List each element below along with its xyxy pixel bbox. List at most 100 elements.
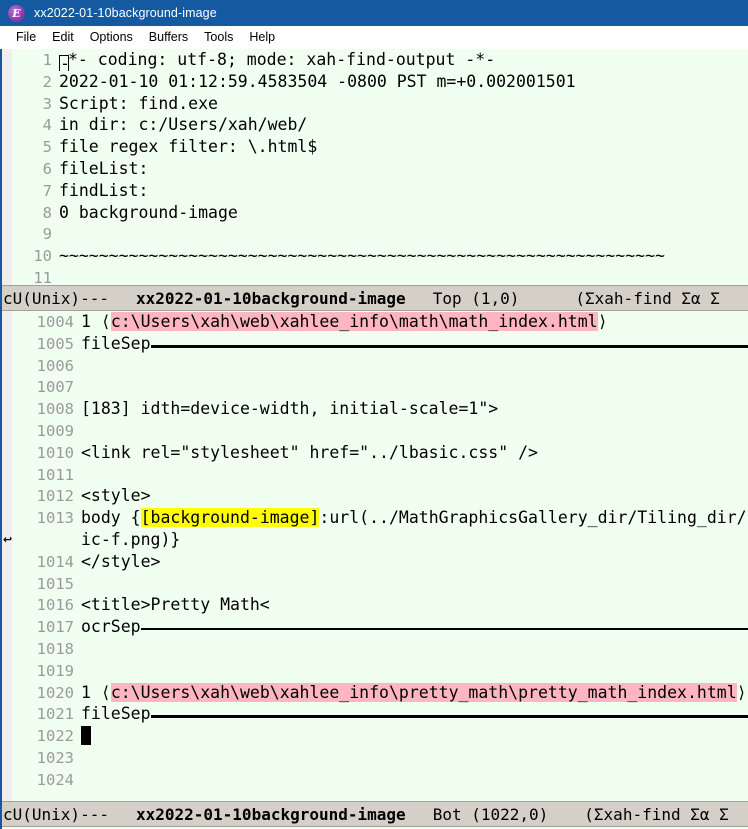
- line-number: 1005: [36, 334, 74, 353]
- line-number: 1019: [36, 661, 74, 680]
- buffer-line[interactable]: 1 -*- coding: utf-8; mode: xah-find-outpu…: [2, 49, 748, 71]
- line-text: ocrSep: [81, 617, 748, 636]
- menu-item-help[interactable]: Help: [241, 30, 283, 44]
- menu-item-file[interactable]: File: [8, 30, 44, 44]
- buffer-line[interactable]: 1005 fileSep: [2, 333, 748, 355]
- line-text: 2022-01-10 01:12:59.4583504 -0800 PST m=…: [59, 71, 576, 91]
- menu-item-edit[interactable]: Edit: [44, 30, 82, 44]
- line-text: [81, 726, 91, 746]
- buffer-line[interactable]: 1009: [2, 420, 748, 442]
- buffer-line[interactable]: 1016 <title>Pretty Math<: [2, 594, 748, 616]
- line-number: 1015: [36, 574, 74, 593]
- line-number: 1006: [36, 356, 74, 375]
- separator-rule: [150, 334, 748, 355]
- text-cursor: -: [59, 55, 70, 71]
- buffer-line[interactable]: 1006: [2, 355, 748, 377]
- menu-item-tools[interactable]: Tools: [196, 30, 241, 44]
- buffer-line[interactable]: 1023: [2, 747, 748, 769]
- buffer-line[interactable]: 1021 fileSep: [2, 703, 748, 725]
- highlighted-match: c:\Users\xah\web\xahlee_info\math\math_i…: [110, 312, 598, 331]
- buffer-line[interactable]: 1015: [2, 573, 748, 595]
- line-text: file regex filter: \.html$: [59, 137, 318, 157]
- window-title: xx2022-01-10background-image: [34, 6, 217, 20]
- line-number: 6: [42, 159, 52, 178]
- buffer-line[interactable]: 1010 <link rel="stylesheet" href="../lbas…: [2, 442, 748, 464]
- line-number: 7: [42, 181, 52, 200]
- top-modeline-position: Top (1,0): [432, 289, 520, 308]
- line-text: <style>: [81, 486, 151, 506]
- top-modeline-buffer: xx2022-01-10background-image: [135, 289, 406, 308]
- bottom-modeline-buffer: xx2022-01-10background-image: [135, 805, 406, 824]
- line-text: </style>: [81, 551, 161, 571]
- top-modeline-modes: (Σxah-find Σα Σ: [575, 289, 720, 308]
- buffer-line[interactable]: 4 in dir: c:/Users/xah/web/: [2, 114, 748, 136]
- line-number: 5: [42, 138, 52, 157]
- line-text: 1 ⟨c:\Users\xah\web\xahlee_info\math\mat…: [81, 312, 608, 331]
- emacs-frame: 1 -*- coding: utf-8; mode: xah-find-outpu…: [0, 49, 748, 829]
- buffer-line[interactable]: 1011: [2, 464, 748, 486]
- line-number: 1007: [36, 378, 74, 397]
- line-text: fileSep: [81, 704, 748, 723]
- line-number: 1: [42, 51, 52, 69]
- buffer-line[interactable]: 1017 ocrSep: [2, 616, 748, 638]
- buffer-line[interactable]: 11: [2, 267, 748, 285]
- buffer-line[interactable]: 8 0 background-image: [2, 202, 748, 224]
- title-bar: E xx2022-01-10background-image: [0, 0, 748, 26]
- separator-rule: [140, 617, 748, 638]
- line-number: 1009: [36, 421, 74, 440]
- line-number: 1014: [36, 552, 74, 571]
- buffer-line[interactable]: 1007: [2, 376, 748, 398]
- line-number: 11: [33, 268, 52, 285]
- top-pane: 1 -*- coding: utf-8; mode: xah-find-outpu…: [2, 49, 748, 311]
- buffer-line[interactable]: 1008 [183] idth=device-width, initial-sca…: [2, 398, 748, 420]
- bottom-pane-text-area[interactable]: 1004 1 ⟨c:\Users\xah\web\xahlee_info\math…: [2, 311, 748, 801]
- buffer-line[interactable]: 1020 1 ⟨c:\Users\xah\web\xahlee_info\pret…: [2, 682, 748, 704]
- bottom-modeline-coding: cU(Unix)---: [3, 805, 109, 824]
- emacs-icon: E: [8, 4, 25, 22]
- buffer-line[interactable]: 3 Script: find.exe: [2, 93, 748, 115]
- line-number: 10: [33, 247, 52, 266]
- buffer-line[interactable]: 1019: [2, 660, 748, 682]
- menu-item-buffers[interactable]: Buffers: [141, 30, 196, 44]
- line-text: findList:: [59, 180, 149, 200]
- buffer-line[interactable]: 1012 <style>: [2, 485, 748, 507]
- buffer-line[interactable]: 9: [2, 223, 748, 245]
- line-number: 3: [42, 94, 52, 113]
- buffer-line-continuation[interactable]: ↩ ic-f.png)}: [2, 529, 748, 551]
- line-number: 1021: [36, 705, 74, 724]
- buffer-line[interactable]: 2 2022-01-10 01:12:59.4583504 -0800 PST m…: [2, 71, 748, 93]
- line-number: 1012: [36, 487, 74, 506]
- buffer-line[interactable]: 6 fileList:: [2, 158, 748, 180]
- top-pane-text-area[interactable]: 1 -*- coding: utf-8; mode: xah-find-outpu…: [2, 49, 748, 285]
- bottom-modeline-position: Bot (1022,0): [432, 805, 549, 824]
- line-number: 1023: [36, 748, 74, 767]
- line-text: fileList:: [59, 158, 149, 178]
- line-text: ~~~~~~~~~~~~~~~~~~~~~~~~~~~~~~~~~~~~~~~~…: [59, 246, 665, 266]
- buffer-line[interactable]: 1022: [2, 725, 748, 747]
- buffer-line[interactable]: 7 findList:: [2, 180, 748, 202]
- separator-rule: [150, 704, 748, 725]
- buffer-line[interactable]: 10 ~~~~~~~~~~~~~~~~~~~~~~~~~~~~~~~~~~~~~~…: [2, 245, 748, 267]
- line-text: [183] idth=device-width, initial-scale=1…: [81, 399, 499, 419]
- line-number: 1008: [36, 400, 74, 419]
- line-wrap-icon: ↩: [3, 532, 13, 546]
- line-number: 1018: [36, 639, 74, 658]
- emacs-window: E xx2022-01-10background-image File Edit…: [0, 0, 748, 829]
- top-modeline-coding: cU(Unix)---: [3, 289, 109, 308]
- buffer-line[interactable]: 1018: [2, 638, 748, 660]
- top-pane-fringe: [2, 49, 12, 285]
- highlighted-match: [background-image]: [140, 508, 320, 528]
- buffer-line[interactable]: 1024: [2, 769, 748, 791]
- bottom-pane: 1004 1 ⟨c:\Users\xah\web\xahlee_info\math…: [2, 311, 748, 827]
- menu-item-options[interactable]: Options: [82, 30, 141, 44]
- line-number: 1013: [36, 509, 74, 528]
- line-number: 1011: [36, 465, 74, 484]
- line-number: 1010: [36, 443, 74, 462]
- buffer-line[interactable]: 1013 body {[background-image]:url(../Math…: [2, 507, 748, 529]
- line-text: body {[background-image]:url(../MathGrap…: [81, 508, 748, 528]
- buffer-line[interactable]: 5 file regex filter: \.html$: [2, 136, 748, 158]
- line-number: 4: [42, 116, 52, 135]
- line-number: 1004: [36, 313, 74, 331]
- buffer-line[interactable]: 1014 </style>: [2, 551, 748, 573]
- buffer-line[interactable]: 1004 1 ⟨c:\Users\xah\web\xahlee_info\math…: [2, 311, 748, 333]
